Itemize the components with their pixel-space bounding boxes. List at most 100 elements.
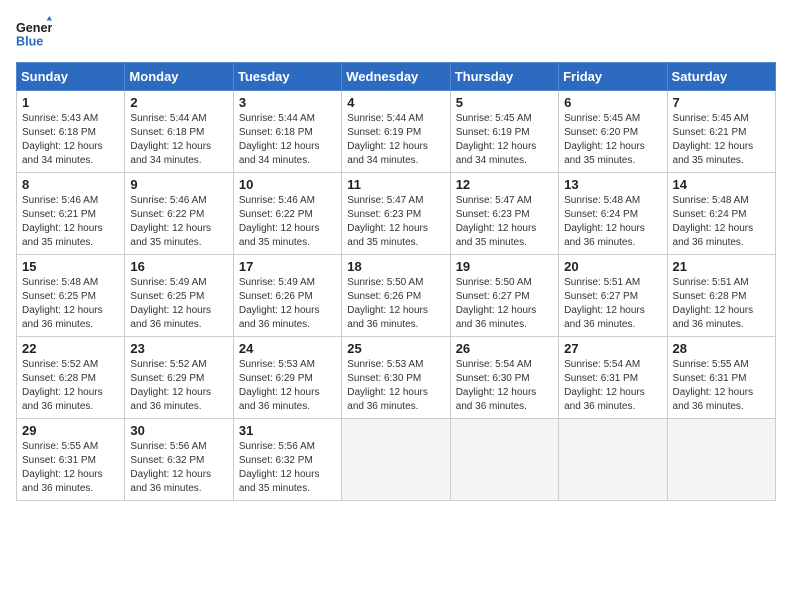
day-detail: Sunrise: 5:54 AM Sunset: 6:30 PM Dayligh… <box>456 358 553 414</box>
calendar-day-cell: 24 Sunrise: 5:53 AM Sunset: 6:29 PM Dayli… <box>233 337 341 419</box>
calendar-day-cell: 6 Sunrise: 5:45 AM Sunset: 6:20 PM Daylig… <box>559 91 667 173</box>
day-detail: Sunrise: 5:48 AM Sunset: 6:24 PM Dayligh… <box>673 194 770 250</box>
day-number: 16 <box>130 259 227 274</box>
calendar-day-cell: 8 Sunrise: 5:46 AM Sunset: 6:21 PM Daylig… <box>17 173 125 255</box>
day-of-week-header: Friday <box>559 63 667 91</box>
day-detail: Sunrise: 5:53 AM Sunset: 6:29 PM Dayligh… <box>239 358 336 414</box>
day-of-week-header: Tuesday <box>233 63 341 91</box>
calendar-week-row: 8 Sunrise: 5:46 AM Sunset: 6:21 PM Daylig… <box>17 173 776 255</box>
day-detail: Sunrise: 5:51 AM Sunset: 6:28 PM Dayligh… <box>673 276 770 332</box>
day-number: 9 <box>130 177 227 192</box>
calendar-day-cell: 31 Sunrise: 5:56 AM Sunset: 6:32 PM Dayli… <box>233 419 341 501</box>
logo: General Blue <box>16 16 52 52</box>
day-number: 11 <box>347 177 444 192</box>
day-number: 31 <box>239 423 336 438</box>
calendar-day-cell <box>667 419 775 501</box>
day-detail: Sunrise: 5:52 AM Sunset: 6:28 PM Dayligh… <box>22 358 119 414</box>
calendar-day-cell: 9Sunrise: 5:46 AM Sunset: 6:22 PM Daylig… <box>125 173 233 255</box>
day-detail: Sunrise: 5:51 AM Sunset: 6:27 PM Dayligh… <box>564 276 661 332</box>
calendar-day-cell <box>450 419 558 501</box>
day-number: 6 <box>564 95 661 110</box>
day-detail: Sunrise: 5:48 AM Sunset: 6:25 PM Dayligh… <box>22 276 119 332</box>
day-detail: Sunrise: 5:45 AM Sunset: 6:20 PM Dayligh… <box>564 112 661 168</box>
calendar-day-cell: 15 Sunrise: 5:48 AM Sunset: 6:25 PM Dayli… <box>17 255 125 337</box>
calendar-day-cell <box>559 419 667 501</box>
day-number: 28 <box>673 341 770 356</box>
svg-text:General: General <box>16 21 52 35</box>
day-detail: Sunrise: 5:44 AM Sunset: 6:18 PM Dayligh… <box>130 112 227 168</box>
day-of-week-header: Wednesday <box>342 63 450 91</box>
day-detail: Sunrise: 5:50 AM Sunset: 6:27 PM Dayligh… <box>456 276 553 332</box>
day-detail: Sunrise: 5:55 AM Sunset: 6:31 PM Dayligh… <box>22 440 119 496</box>
day-number: 15 <box>22 259 119 274</box>
page-header: General Blue <box>16 16 776 52</box>
calendar-day-cell: 17Sunrise: 5:49 AM Sunset: 6:26 PM Dayli… <box>233 255 341 337</box>
day-detail: Sunrise: 5:44 AM Sunset: 6:19 PM Dayligh… <box>347 112 444 168</box>
generalblue-logo-icon: General Blue <box>16 16 52 52</box>
calendar-day-cell <box>342 419 450 501</box>
day-detail: Sunrise: 5:47 AM Sunset: 6:23 PM Dayligh… <box>456 194 553 250</box>
day-number: 27 <box>564 341 661 356</box>
day-number: 5 <box>456 95 553 110</box>
day-detail: Sunrise: 5:50 AM Sunset: 6:26 PM Dayligh… <box>347 276 444 332</box>
day-detail: Sunrise: 5:45 AM Sunset: 6:19 PM Dayligh… <box>456 112 553 168</box>
calendar-day-cell: 30 Sunrise: 5:56 AM Sunset: 6:32 PM Dayli… <box>125 419 233 501</box>
calendar-day-cell: 25 Sunrise: 5:53 AM Sunset: 6:30 PM Dayli… <box>342 337 450 419</box>
calendar-day-cell: 4 Sunrise: 5:44 AM Sunset: 6:19 PM Daylig… <box>342 91 450 173</box>
calendar-day-cell: 5 Sunrise: 5:45 AM Sunset: 6:19 PM Daylig… <box>450 91 558 173</box>
day-detail: Sunrise: 5:52 AM Sunset: 6:29 PM Dayligh… <box>130 358 227 414</box>
day-detail: Sunrise: 5:49 AM Sunset: 6:25 PM Dayligh… <box>130 276 227 332</box>
day-number: 3 <box>239 95 336 110</box>
calendar-day-cell: 12 Sunrise: 5:47 AM Sunset: 6:23 PM Dayli… <box>450 173 558 255</box>
calendar-week-row: 15 Sunrise: 5:48 AM Sunset: 6:25 PM Dayli… <box>17 255 776 337</box>
day-number: 20 <box>564 259 661 274</box>
calendar-day-cell: 7 Sunrise: 5:45 AM Sunset: 6:21 PM Daylig… <box>667 91 775 173</box>
calendar-day-cell: 14 Sunrise: 5:48 AM Sunset: 6:24 PM Dayli… <box>667 173 775 255</box>
day-detail: Sunrise: 5:46 AM Sunset: 6:22 PM Dayligh… <box>239 194 336 250</box>
calendar-day-cell: 10 Sunrise: 5:46 AM Sunset: 6:22 PM Dayli… <box>233 173 341 255</box>
day-detail: Sunrise: 5:55 AM Sunset: 6:31 PM Dayligh… <box>673 358 770 414</box>
day-number: 17 <box>239 259 336 274</box>
day-number: 4 <box>347 95 444 110</box>
day-of-week-header: Monday <box>125 63 233 91</box>
day-of-week-header: Thursday <box>450 63 558 91</box>
day-detail: Sunrise: 5:56 AM Sunset: 6:32 PM Dayligh… <box>239 440 336 496</box>
day-number: 30 <box>130 423 227 438</box>
day-number: 12 <box>456 177 553 192</box>
calendar-day-cell: 1Sunrise: 5:43 AM Sunset: 6:18 PM Daylig… <box>17 91 125 173</box>
calendar-week-row: 22 Sunrise: 5:52 AM Sunset: 6:28 PM Dayli… <box>17 337 776 419</box>
day-detail: Sunrise: 5:47 AM Sunset: 6:23 PM Dayligh… <box>347 194 444 250</box>
calendar-day-cell: 2Sunrise: 5:44 AM Sunset: 6:18 PM Daylig… <box>125 91 233 173</box>
day-number: 18 <box>347 259 444 274</box>
calendar-body: 1Sunrise: 5:43 AM Sunset: 6:18 PM Daylig… <box>17 91 776 501</box>
day-number: 26 <box>456 341 553 356</box>
day-detail: Sunrise: 5:45 AM Sunset: 6:21 PM Dayligh… <box>673 112 770 168</box>
calendar-day-cell: 11 Sunrise: 5:47 AM Sunset: 6:23 PM Dayli… <box>342 173 450 255</box>
day-detail: Sunrise: 5:43 AM Sunset: 6:18 PM Dayligh… <box>22 112 119 168</box>
day-number: 7 <box>673 95 770 110</box>
calendar-day-cell: 13Sunrise: 5:48 AM Sunset: 6:24 PM Dayli… <box>559 173 667 255</box>
day-detail: Sunrise: 5:48 AM Sunset: 6:24 PM Dayligh… <box>564 194 661 250</box>
day-number: 10 <box>239 177 336 192</box>
calendar-day-cell: 27Sunrise: 5:54 AM Sunset: 6:31 PM Dayli… <box>559 337 667 419</box>
day-number: 8 <box>22 177 119 192</box>
day-number: 19 <box>456 259 553 274</box>
calendar-day-cell: 21 Sunrise: 5:51 AM Sunset: 6:28 PM Dayli… <box>667 255 775 337</box>
day-number: 22 <box>22 341 119 356</box>
day-of-week-header: Saturday <box>667 63 775 91</box>
day-detail: Sunrise: 5:53 AM Sunset: 6:30 PM Dayligh… <box>347 358 444 414</box>
day-detail: Sunrise: 5:44 AM Sunset: 6:18 PM Dayligh… <box>239 112 336 168</box>
calendar-day-cell: 28 Sunrise: 5:55 AM Sunset: 6:31 PM Dayli… <box>667 337 775 419</box>
calendar-day-cell: 26 Sunrise: 5:54 AM Sunset: 6:30 PM Dayli… <box>450 337 558 419</box>
calendar-day-cell: 22 Sunrise: 5:52 AM Sunset: 6:28 PM Dayli… <box>17 337 125 419</box>
day-detail: Sunrise: 5:46 AM Sunset: 6:21 PM Dayligh… <box>22 194 119 250</box>
calendar-day-cell: 3 Sunrise: 5:44 AM Sunset: 6:18 PM Daylig… <box>233 91 341 173</box>
day-detail: Sunrise: 5:56 AM Sunset: 6:32 PM Dayligh… <box>130 440 227 496</box>
day-number: 21 <box>673 259 770 274</box>
day-number: 25 <box>347 341 444 356</box>
day-number: 14 <box>673 177 770 192</box>
calendar-day-cell: 19 Sunrise: 5:50 AM Sunset: 6:27 PM Dayli… <box>450 255 558 337</box>
day-number: 24 <box>239 341 336 356</box>
calendar-day-cell: 18 Sunrise: 5:50 AM Sunset: 6:26 PM Dayli… <box>342 255 450 337</box>
svg-text:Blue: Blue <box>16 35 43 49</box>
